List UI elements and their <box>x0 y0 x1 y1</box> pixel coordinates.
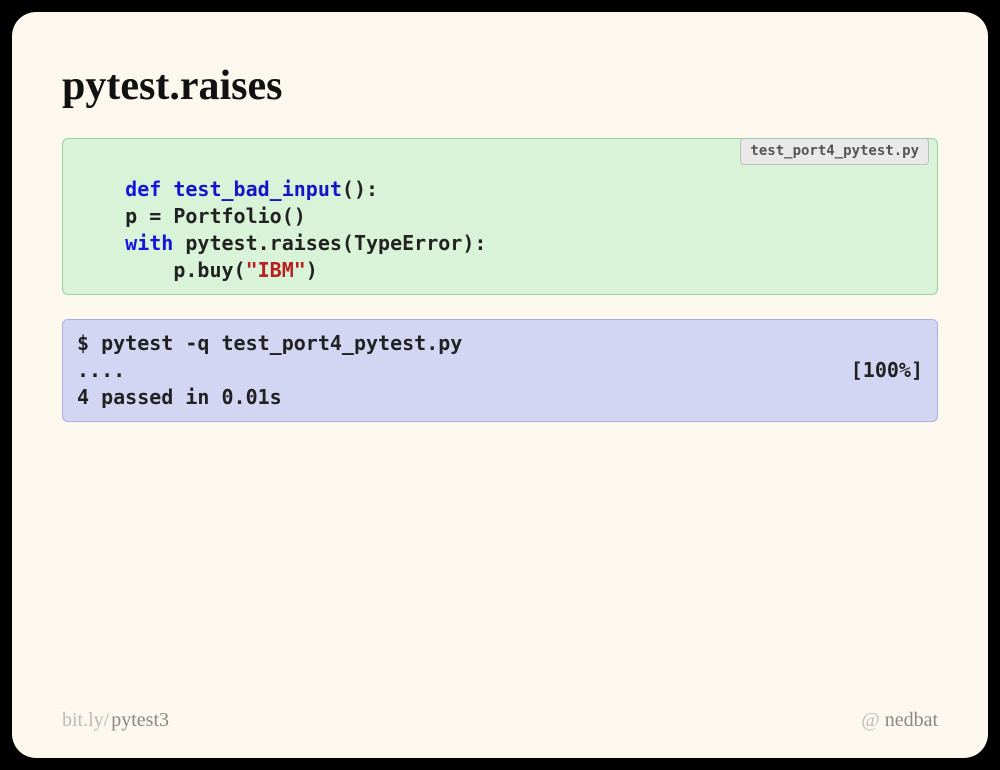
footer-handle[interactable]: @ nedbat <box>861 709 938 732</box>
code-text: pytest.raises(TypeError): <box>173 231 486 255</box>
footer: bit.ly/pytest3 @ nedbat <box>62 709 938 738</box>
keyword-def: def <box>125 177 161 201</box>
code-text: p = Portfolio() <box>77 204 306 228</box>
footer-link-prefix: bit.ly/ <box>62 709 109 732</box>
code-text: (): <box>342 177 378 201</box>
at-sign: @ <box>861 709 879 731</box>
code-text: ) <box>306 258 318 282</box>
shell-dots: .... <box>77 358 125 382</box>
function-name: test_bad_input <box>173 177 342 201</box>
filename-tab: test_port4_pytest.py <box>740 138 929 165</box>
keyword-with: with <box>125 231 173 255</box>
slide: pytest.raises test_port4_pytest.pydef te… <box>12 12 988 758</box>
handle-text: nedbat <box>885 709 938 731</box>
slide-title: pytest.raises <box>62 62 938 110</box>
footer-link[interactable]: bit.ly/pytest3 <box>62 709 169 732</box>
string-literal: "IBM" <box>246 258 306 282</box>
code-text: p.buy( <box>77 258 246 282</box>
shell-result: 4 passed in 0.01s <box>77 385 282 409</box>
code-block-python: test_port4_pytest.pydef test_bad_input()… <box>62 138 938 295</box>
footer-link-slug: pytest3 <box>111 709 169 732</box>
shell-percent: [100%] <box>851 357 923 384</box>
code-block-shell: $ pytest -q test_port4_pytest.py .... [10… <box>62 319 938 422</box>
shell-line: $ pytest -q test_port4_pytest.py <box>77 331 462 355</box>
